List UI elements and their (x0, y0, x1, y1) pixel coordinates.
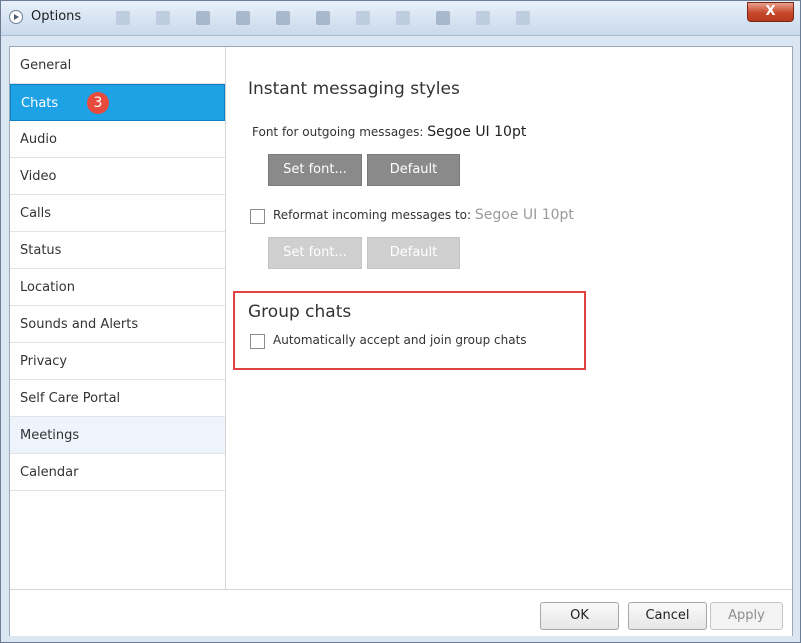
title-bar: Options X (1, 1, 800, 36)
sidebar-item-label: Meetings (20, 428, 80, 443)
reformat-checkbox[interactable] (250, 209, 265, 224)
close-button[interactable]: X (747, 2, 794, 22)
background-toolbar (116, 10, 556, 26)
sidebar-item-privacy[interactable]: Privacy (10, 343, 225, 380)
toolbar-ghost-icon (516, 11, 530, 25)
reformat-label: Reformat incoming messages to: (273, 208, 472, 222)
sidebar: General Chats 3 Audio Video Calls Status … (10, 47, 226, 589)
outgoing-font-value: Segoe UI 10pt (427, 124, 527, 140)
toolbar-ghost-icon (276, 11, 290, 25)
toolbar-ghost-icon (156, 11, 170, 25)
sidebar-item-label: Audio (20, 132, 57, 147)
sidebar-item-label: Sounds and Alerts (20, 317, 139, 332)
apply-button[interactable]: Apply (710, 602, 783, 630)
sidebar-item-calls[interactable]: Calls (10, 195, 225, 232)
step-badge: 3 (87, 92, 109, 114)
sidebar-item-self-care-portal[interactable]: Self Care Portal (10, 380, 225, 417)
set-font-button[interactable]: Set font... (268, 154, 362, 186)
sidebar-item-label: Status (20, 243, 62, 258)
window-title: Options (31, 9, 82, 24)
app-icon (9, 10, 23, 24)
sidebar-item-sounds-and-alerts[interactable]: Sounds and Alerts (10, 306, 225, 343)
sidebar-item-audio[interactable]: Audio (10, 121, 225, 158)
im-styles-heading: Instant messaging styles (248, 79, 460, 99)
sidebar-item-label: Calendar (20, 465, 79, 480)
sidebar-item-label: Self Care Portal (20, 391, 121, 406)
sidebar-item-label: Privacy (20, 354, 68, 369)
reformat-set-font-button[interactable]: Set font... (268, 237, 362, 269)
sidebar-item-label: General (20, 58, 72, 73)
toolbar-ghost-icon (356, 11, 370, 25)
reformat-default-button[interactable]: Default (367, 237, 460, 269)
sidebar-item-video[interactable]: Video (10, 158, 225, 195)
cancel-button[interactable]: Cancel (628, 602, 707, 630)
toolbar-ghost-icon (316, 11, 330, 25)
default-font-button[interactable]: Default (367, 154, 460, 186)
outgoing-font-row: Font for outgoing messages: Segoe UI 10p… (252, 124, 526, 140)
toolbar-ghost-icon (476, 11, 490, 25)
toolbar-ghost-icon (436, 11, 450, 25)
toolbar-ghost-icon (196, 11, 210, 25)
sidebar-item-meetings[interactable]: Meetings (10, 417, 225, 454)
sidebar-item-chats[interactable]: Chats 3 (10, 84, 225, 121)
outgoing-font-label: Font for outgoing messages: (252, 125, 424, 139)
dialog-footer: OK Cancel Apply (10, 589, 792, 636)
sidebar-item-location[interactable]: Location (10, 269, 225, 306)
sidebar-item-status[interactable]: Status (10, 232, 225, 269)
sidebar-item-general[interactable]: General (10, 47, 225, 84)
options-window: Options X General Chats 3 Audio Video Cal… (0, 0, 801, 643)
toolbar-ghost-icon (116, 11, 130, 25)
toolbar-ghost-icon (236, 11, 250, 25)
sidebar-item-calendar[interactable]: Calendar (10, 454, 225, 491)
reformat-row: Reformat incoming messages to: Segoe UI … (273, 207, 574, 223)
toolbar-ghost-icon (396, 11, 410, 25)
ok-button[interactable]: OK (540, 602, 619, 630)
sidebar-item-label: Chats (21, 96, 59, 111)
highlight-box (233, 291, 586, 370)
reformat-value: Segoe UI 10pt (474, 207, 574, 223)
sidebar-item-label: Calls (20, 206, 52, 221)
sidebar-item-label: Video (20, 169, 57, 184)
sidebar-item-label: Location (20, 280, 75, 295)
